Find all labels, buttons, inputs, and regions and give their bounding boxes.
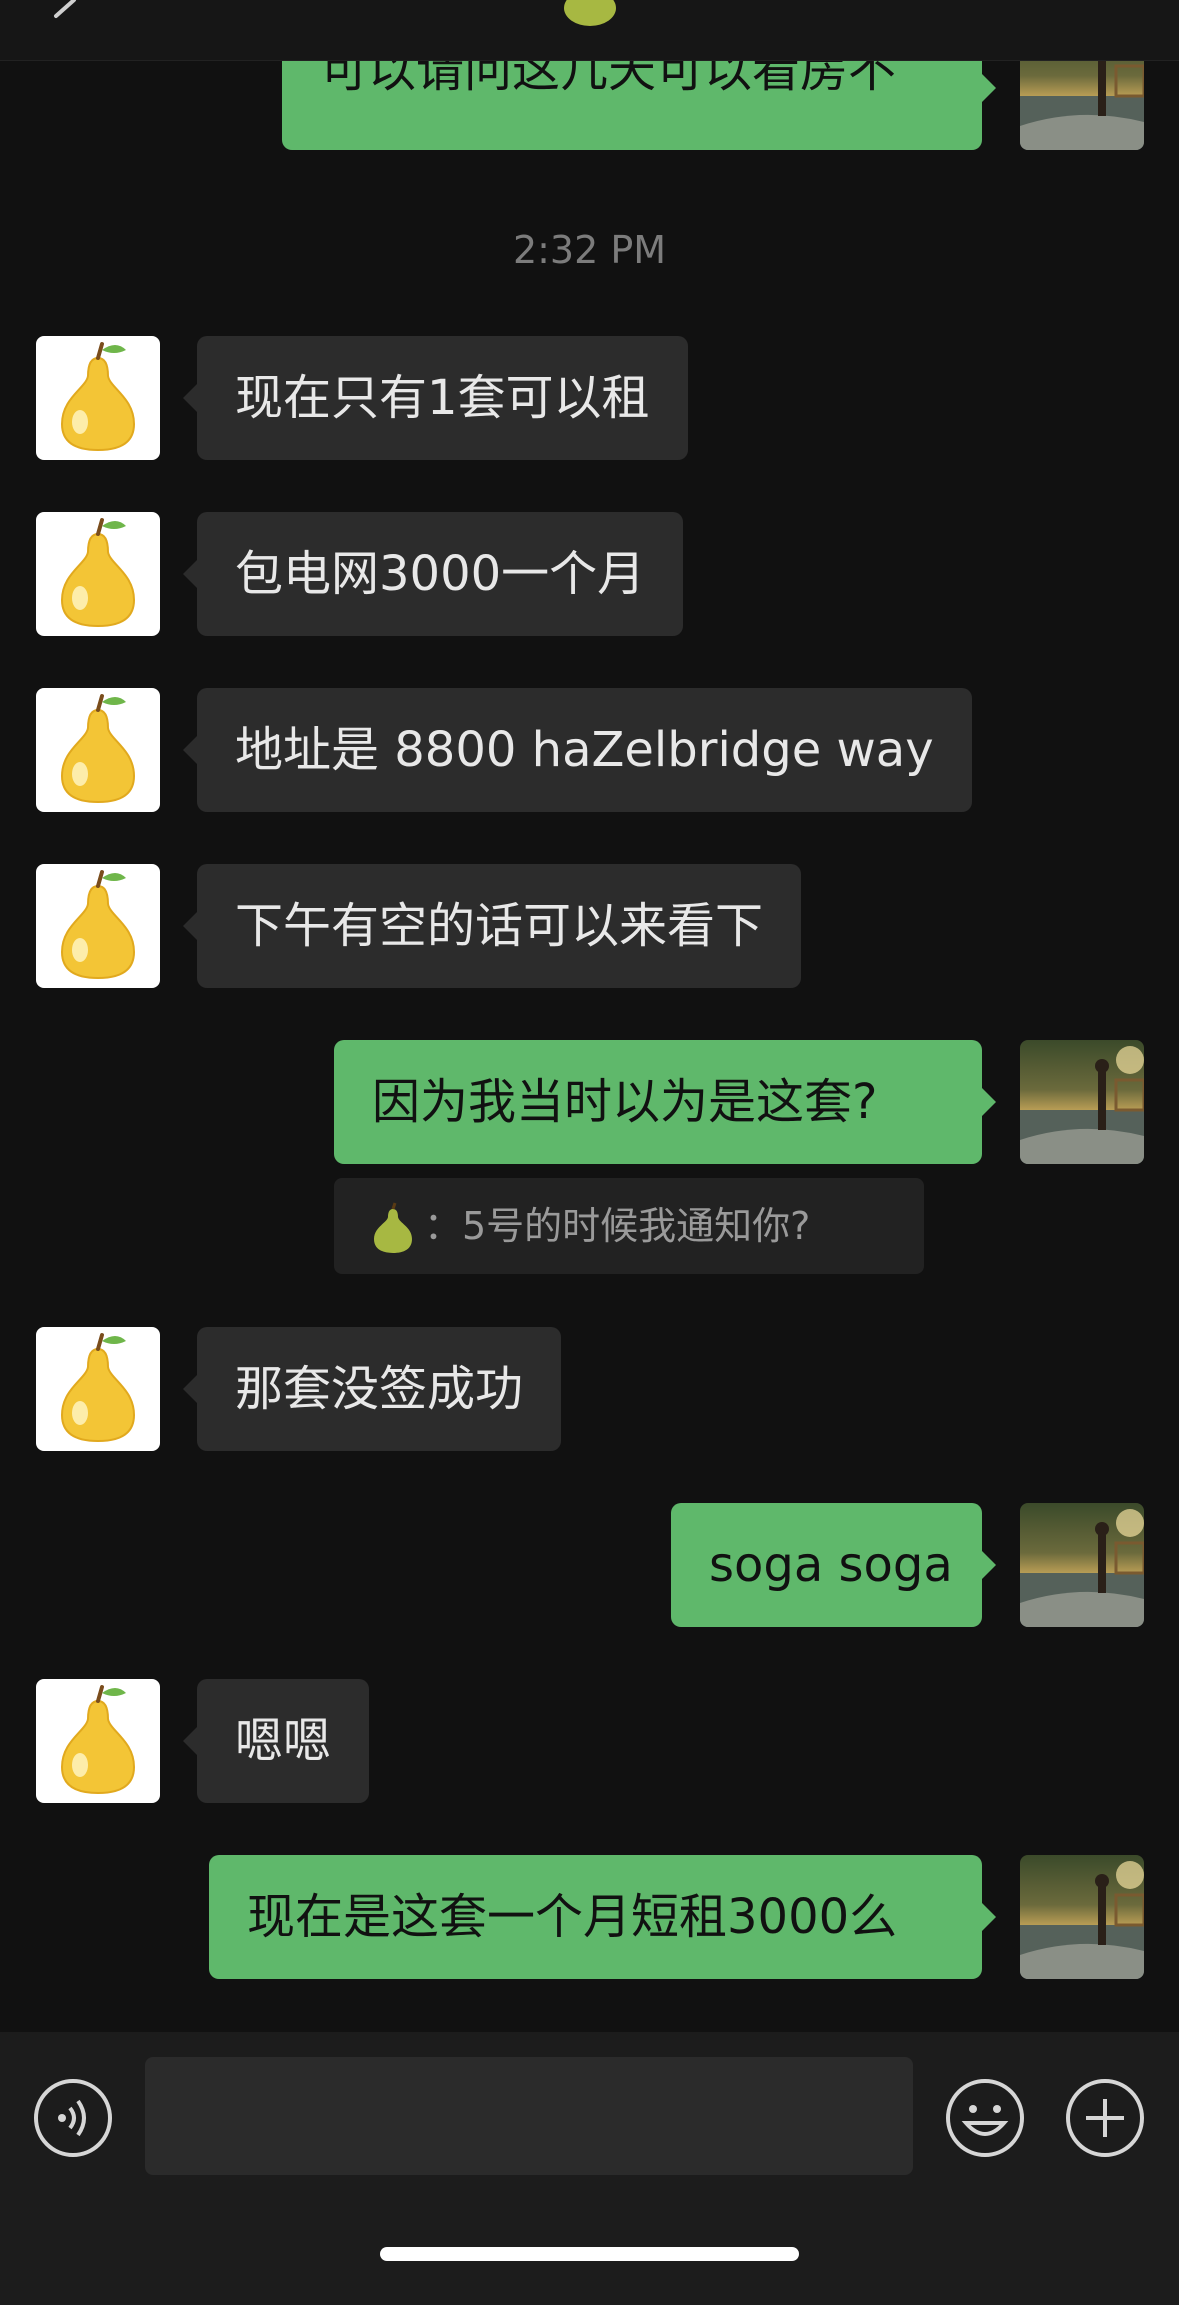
message-bubble-outgoing[interactable]: 现在是这套一个月短租3000么 [209, 1855, 996, 1979]
contact-avatar[interactable] [36, 864, 160, 988]
navigation-bar [0, 0, 1179, 61]
user-photo-icon [1020, 1046, 1144, 1164]
contact-avatar[interactable] [36, 512, 160, 636]
message-bubble-incoming[interactable]: 包电网3000一个月 [182, 512, 684, 636]
message-bubble-incoming[interactable]: 那套没签成功 [182, 1327, 562, 1451]
message-text: 嗯嗯 [235, 1713, 332, 1769]
message-bubble-outgoing[interactable]: 因为我当时以为是这套? [334, 1040, 996, 1164]
message-text: 地址是 8800 haZelbridge way [235, 722, 934, 778]
pear-icon [60, 694, 136, 804]
message-bubble-incoming[interactable]: 下午有空的话可以来看下 [182, 864, 802, 988]
pear-icon [60, 1685, 136, 1795]
message-bubble-incoming[interactable]: 现在只有1套可以租 [183, 336, 688, 460]
my-avatar[interactable] [1020, 1855, 1144, 1979]
message-text: 下午有空的话可以来看下 [235, 898, 764, 954]
pear-icon [374, 1202, 412, 1253]
quoted-text: ：5号的时候我通知你? [424, 1204, 811, 1248]
message-timestamp: 2:32 PM [512, 228, 667, 272]
message-bubble-incoming[interactable]: 地址是 8800 haZelbridge way [183, 688, 972, 812]
message-input[interactable] [145, 2057, 913, 2175]
pear-icon [60, 870, 136, 980]
pear-icon [60, 342, 136, 452]
contact-avatar[interactable] [36, 688, 160, 812]
voice-icon[interactable] [32, 2077, 114, 2159]
message-bubble-incoming[interactable]: 嗯嗯 [182, 1679, 370, 1803]
contact-avatar[interactable] [36, 1679, 160, 1803]
emoji-icon[interactable] [944, 2077, 1026, 2159]
my-avatar[interactable] [1020, 1040, 1144, 1164]
user-photo-icon [1020, 1509, 1144, 1627]
back-chevron-icon[interactable] [44, 0, 84, 30]
home-indicator[interactable] [380, 2247, 799, 2261]
message-text: 那套没签成功 [235, 1361, 524, 1417]
message-text: 包电网3000一个月 [235, 546, 646, 602]
message-bubble-outgoing[interactable]: soga soga [671, 1503, 996, 1627]
pear-icon [564, 0, 616, 26]
pear-icon [60, 1333, 136, 1443]
chat-area: 可以请问这几天可以看房不 2:32 PM 现在只有1套可以租 包电网3000一个… [0, 0, 1179, 2030]
contact-avatar[interactable] [36, 1327, 160, 1451]
message-text: 因为我当时以为是这套? [372, 1074, 878, 1130]
message-text: soga soga [709, 1537, 953, 1593]
message-text: 现在只有1套可以租 [235, 370, 650, 426]
my-avatar[interactable] [1020, 1503, 1144, 1627]
plus-icon[interactable] [1064, 2077, 1146, 2159]
user-photo-icon [1020, 1861, 1144, 1979]
chat-input-bar [0, 2032, 1179, 2305]
quoted-message[interactable]: ：5号的时候我通知你? [334, 1178, 924, 1274]
message-text: 现在是这套一个月短租3000么 [247, 1889, 898, 1945]
contact-avatar[interactable] [36, 336, 160, 460]
pear-icon [60, 518, 136, 628]
